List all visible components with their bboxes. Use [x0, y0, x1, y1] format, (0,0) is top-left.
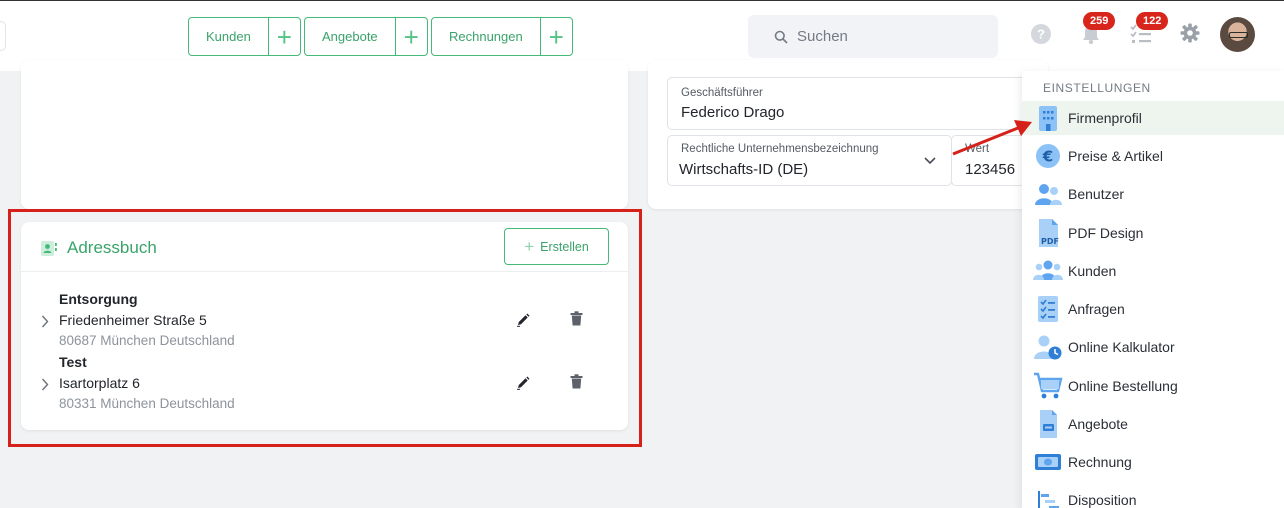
- pdf-icon: PDF: [1039, 219, 1059, 247]
- add-kunden-plus-icon[interactable]: +: [269, 18, 300, 55]
- menu-item-label: Disposition: [1068, 492, 1137, 508]
- checklist-icon: [1038, 296, 1058, 322]
- help-icon[interactable]: ?: [1030, 23, 1052, 45]
- search-placeholder: Suchen: [797, 28, 848, 45]
- user-avatar[interactable]: [1220, 17, 1255, 52]
- menu-item-label: Online Bestellung: [1068, 378, 1178, 394]
- menu-item-preise-artikel[interactable]: € Preise & Artikel: [1022, 139, 1284, 173]
- svg-text:PDF: PDF: [1041, 237, 1059, 246]
- menu-item-label: Kunden: [1068, 263, 1117, 279]
- add-rechnungen-plus-icon[interactable]: +: [541, 18, 572, 55]
- menu-item-label: Anfragen: [1068, 301, 1125, 317]
- menu-item-angebote[interactable]: Angebote: [1022, 407, 1284, 441]
- building-icon: [1039, 106, 1057, 131]
- menu-item-rechnung[interactable]: Rechnung: [1022, 445, 1284, 479]
- menu-item-pdf-design[interactable]: PDF PDF Design: [1022, 216, 1284, 250]
- add-angebote-plus-icon[interactable]: +: [396, 18, 427, 55]
- chevron-down-icon: [924, 157, 936, 165]
- quick-link-kunden: Kunden +: [188, 17, 301, 56]
- search-icon: [774, 30, 788, 44]
- svg-text:€: €: [1042, 148, 1053, 166]
- menu-item-label: Benutzer: [1068, 186, 1125, 202]
- menu-item-disposition[interactable]: Disposition: [1022, 483, 1284, 508]
- legal-name-value: Wirtschafts-ID (DE): [679, 161, 809, 178]
- cart-icon: [1034, 372, 1063, 399]
- menu-item-online-bestellung[interactable]: Online Bestellung: [1022, 369, 1284, 403]
- menu-item-label: Firmenprofil: [1068, 110, 1142, 126]
- offer-document-icon: [1040, 410, 1057, 438]
- money-icon: [1035, 454, 1061, 470]
- gear-icon[interactable]: [1180, 23, 1200, 43]
- euro-icon: €: [1036, 144, 1060, 168]
- manager-label: Geschäftsführer: [681, 87, 763, 99]
- quick-link-angebote: Angebote +: [304, 17, 428, 56]
- manager-value: Federico Drago: [681, 104, 785, 121]
- legal-name-label: Rechtliche Unternehmensbezeichnung: [681, 143, 879, 155]
- menu-item-label: Rechnung: [1068, 454, 1132, 470]
- value-value: 123456: [965, 161, 1016, 178]
- sidebar-toggle[interactable]: [0, 21, 6, 51]
- customers-icon: [1033, 260, 1063, 280]
- legal-name-select[interactable]: Rechtliche Unternehmensbezeichnung Wirts…: [667, 135, 952, 186]
- menu-item-label: Angebote: [1068, 416, 1128, 432]
- menu-item-online-kalkulator[interactable]: Online Kalkulator: [1022, 330, 1284, 364]
- svg-text:?: ?: [1037, 27, 1045, 42]
- quick-link-rechnungen: Rechnungen +: [431, 17, 573, 56]
- search-input[interactable]: Suchen: [748, 15, 998, 58]
- menu-item-firmenprofil[interactable]: Firmenprofil: [1022, 101, 1284, 135]
- quick-link-rechnungen-button[interactable]: Rechnungen: [432, 18, 541, 55]
- users-icon: [1035, 184, 1062, 205]
- annotation-arrow: [952, 120, 1032, 156]
- notifications-badge: 259: [1083, 12, 1116, 30]
- settings-menu: EINSTELLUNGEN Firmenprofil € Preise & Ar…: [1022, 71, 1284, 508]
- highlight-box: [8, 209, 642, 447]
- company-card-left: [21, 60, 628, 209]
- tasks-badge: 122: [1136, 12, 1169, 30]
- menu-item-label: Online Kalkulator: [1068, 339, 1175, 355]
- menu-item-kunden[interactable]: Kunden: [1022, 254, 1284, 288]
- gantt-icon: [1038, 491, 1059, 508]
- quick-link-angebote-button[interactable]: Angebote: [305, 18, 396, 55]
- menu-item-benutzer[interactable]: Benutzer: [1022, 177, 1284, 211]
- menu-item-anfragen[interactable]: Anfragen: [1022, 292, 1284, 326]
- user-clock-icon: [1034, 335, 1062, 360]
- settings-menu-heading: EINSTELLUNGEN: [1043, 81, 1151, 95]
- menu-item-label: PDF Design: [1068, 225, 1144, 241]
- quick-link-kunden-button[interactable]: Kunden: [189, 18, 269, 55]
- menu-item-label: Preise & Artikel: [1068, 148, 1163, 164]
